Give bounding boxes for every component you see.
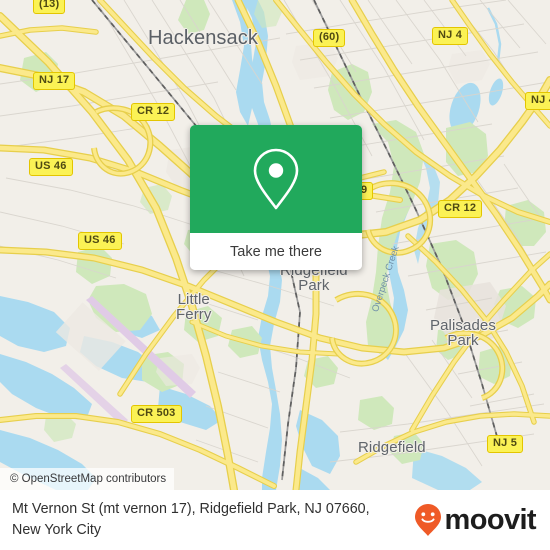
route-shield-60: (60) bbox=[313, 29, 346, 47]
route-shield-nj4: NJ 4 bbox=[432, 27, 469, 45]
route-shield-us46-south: US 46 bbox=[78, 232, 122, 250]
route-shield-nj5: NJ 5 bbox=[487, 435, 524, 453]
route-shield-nj4-east: NJ 4 bbox=[525, 92, 550, 110]
moovit-map-screen: Hackensack Ridgefield Park Little Ferry … bbox=[0, 0, 550, 550]
route-shield-13: (13) bbox=[33, 0, 66, 14]
moovit-logo: moovit bbox=[413, 503, 537, 537]
take-me-there-button[interactable]: Take me there bbox=[190, 233, 362, 270]
route-shield-cr503: CR 503 bbox=[131, 405, 182, 423]
map-attribution[interactable]: © OpenStreetMap contributors bbox=[0, 468, 175, 490]
address-text: Mt Vernon St (mt vernon 17), Ridgefield … bbox=[12, 501, 370, 538]
map-pin-icon bbox=[253, 148, 299, 210]
route-shield-cr12-west: CR 12 bbox=[131, 103, 176, 121]
route-shield-us46-north: US 46 bbox=[29, 158, 73, 176]
moovit-smiley-pin-icon bbox=[414, 504, 441, 536]
route-shield-nj17: NJ 17 bbox=[33, 72, 76, 90]
moovit-wordmark: moovit bbox=[444, 503, 537, 536]
route-shield-cr12-east: CR 12 bbox=[438, 200, 483, 218]
location-popup-card[interactable]: Take me there bbox=[190, 125, 362, 270]
popup-image-placeholder bbox=[190, 125, 362, 233]
map-canvas[interactable]: Hackensack Ridgefield Park Little Ferry … bbox=[0, 0, 550, 490]
footer-bar: Mt Vernon St (mt vernon 17), Ridgefield … bbox=[0, 490, 550, 550]
attribution-text[interactable]: © OpenStreetMap contributors bbox=[10, 473, 166, 485]
